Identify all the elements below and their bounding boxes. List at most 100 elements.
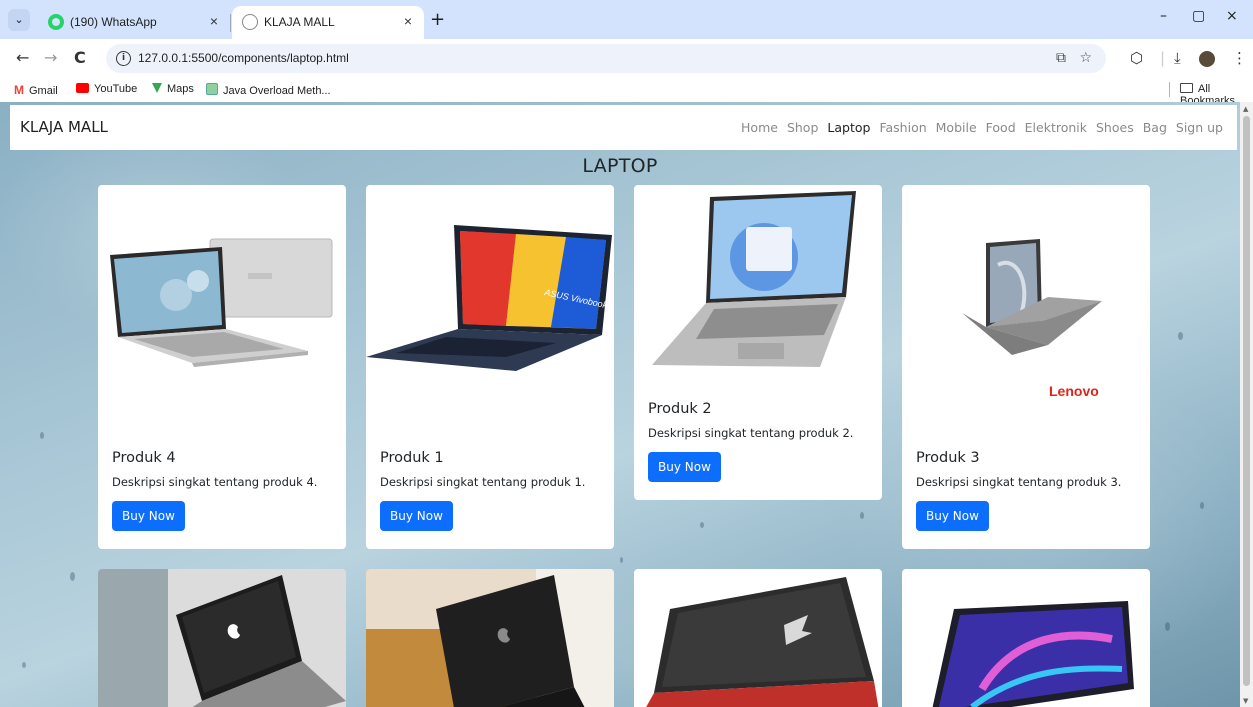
address-bar[interactable]: i 127.0.0.1:5500/components/laptop.html … [106, 44, 1106, 73]
nav-mobile[interactable]: Mobile [936, 120, 977, 135]
globe-icon [242, 14, 258, 30]
java-site-icon [206, 83, 218, 95]
raindrop [22, 662, 26, 668]
url-text[interactable]: 127.0.0.1:5500/components/laptop.html [138, 51, 349, 65]
site-info-icon[interactable]: i [116, 51, 131, 66]
raindrop [1200, 502, 1204, 509]
card-body: Produk 3 Deskripsi singkat tentang produ… [916, 450, 1136, 531]
nav-food[interactable]: Food [986, 120, 1016, 135]
gmail-icon: M [14, 83, 24, 97]
bookmark-youtube[interactable]: YouTube [76, 83, 137, 95]
download-icon[interactable]: ⤓ [1174, 49, 1181, 67]
page-title: LAPTOP [582, 155, 658, 177]
forward-icon[interactable]: → [44, 48, 57, 67]
scrollbar-thumb[interactable] [1243, 116, 1250, 686]
laptop-image [962, 239, 1102, 355]
browser-toolbar: ← → C i 127.0.0.1:5500/components/laptop… [0, 39, 1253, 77]
site-navbar: KLAJA MALL Home Shop Laptop Fashion Mobi… [10, 105, 1237, 150]
laptop-image [98, 569, 346, 707]
folder-icon [1180, 83, 1193, 93]
nav-bag[interactable]: Bag [1143, 120, 1167, 135]
laptop-image [652, 191, 856, 367]
product-card-macbook-black [366, 569, 614, 707]
tab-title: (190) WhatsApp [70, 15, 157, 29]
bookmarks-divider [1169, 82, 1170, 97]
buy-now-button[interactable]: Buy Now [648, 452, 721, 482]
nav-home[interactable]: Home [741, 120, 778, 135]
raindrop [1178, 332, 1183, 340]
tab-title: KLAJA MALL [264, 15, 335, 29]
product-title: Produk 3 [916, 450, 980, 466]
back-icon[interactable]: ← [16, 48, 29, 67]
raindrop [700, 522, 704, 528]
bookmark-gmail[interactable]: M Gmail [14, 83, 58, 97]
nav-laptop[interactable]: Laptop [827, 120, 870, 135]
bookmark-star-icon[interactable]: ☆ [1079, 50, 1092, 66]
raindrop [860, 512, 864, 519]
raindrop [40, 432, 44, 439]
page-scrollbar[interactable]: ▲ ▼ [1240, 102, 1253, 707]
product-card-1: ASUS Vivobook Produk 1 Deskripsi singkat… [366, 185, 614, 549]
buy-now-button[interactable]: Buy Now [916, 501, 989, 531]
more-menu-icon[interactable]: ⋮ [1232, 49, 1247, 67]
tab-separator [230, 14, 231, 32]
reload-icon[interactable]: C [74, 48, 86, 67]
card-body: Produk 1 Deskripsi singkat tentang produ… [380, 450, 600, 531]
nav-fashion[interactable]: Fashion [879, 120, 926, 135]
tab-strip: ⌄ (190) WhatsApp × KLAJA MALL × + – ▢ × [0, 0, 1253, 39]
nav-shoes[interactable]: Shoes [1096, 120, 1134, 135]
new-tab-button[interactable]: + [430, 9, 445, 30]
bookmark-java[interactable]: Java Overload Meth... [206, 83, 331, 97]
product-description: Deskripsi singkat tentang produk 2. [648, 426, 854, 440]
product-card-2: Produk 2 Deskripsi singkat tentang produ… [634, 185, 882, 500]
translate-icon[interactable]: ⧉ [1056, 50, 1066, 66]
close-tab-icon[interactable]: × [404, 13, 412, 29]
close-window-icon[interactable]: × [1226, 8, 1238, 24]
laptop-image: ASUS Vivobook [366, 225, 612, 371]
buy-now-button[interactable]: Buy Now [112, 501, 185, 531]
nav-links: Home Shop Laptop Fashion Mobile Food Ele… [741, 120, 1223, 135]
nav-sign-up[interactable]: Sign up [1176, 120, 1223, 135]
card-body: Produk 2 Deskripsi singkat tentang produ… [648, 401, 868, 482]
raindrop [620, 557, 623, 563]
maps-pin-icon [152, 83, 162, 93]
product-title: Produk 2 [648, 401, 712, 417]
bookmarks-bar: M Gmail YouTube Maps Java Overload Meth..… [0, 77, 1253, 107]
scroll-up-icon[interactable]: ▲ [1243, 105, 1248, 113]
scroll-down-icon[interactable]: ▼ [1243, 697, 1248, 705]
product-description: Deskripsi singkat tentang produk 4. [112, 475, 318, 489]
nav-elektronik[interactable]: Elektronik [1025, 120, 1087, 135]
close-tab-icon[interactable]: × [210, 13, 218, 29]
product-description: Deskripsi singkat tentang produk 1. [380, 475, 586, 489]
youtube-icon [76, 83, 89, 93]
profile-avatar[interactable] [1199, 51, 1215, 67]
lenovo-logo: Lenovo [1049, 383, 1099, 399]
page-viewport: KLAJA MALL Home Shop Laptop Fashion Mobi… [0, 102, 1240, 707]
laptop-image [366, 569, 614, 707]
whatsapp-icon [48, 14, 64, 30]
toolbar-divider: | [1160, 49, 1166, 67]
raindrop [1165, 622, 1170, 631]
product-description: Deskripsi singkat tentang produk 3. [916, 475, 1122, 489]
raindrop [70, 572, 75, 581]
tab-search-icon[interactable]: ⌄ [8, 9, 30, 31]
laptop-image [110, 238, 333, 367]
minimize-icon[interactable]: – [1160, 8, 1167, 24]
card-body: Produk 4 Deskripsi singkat tentang produ… [112, 450, 332, 531]
laptop-image [646, 577, 879, 707]
extensions-icon[interactable]: ⬡ [1130, 49, 1143, 67]
brand-logo[interactable]: KLAJA MALL [20, 118, 108, 136]
bookmark-maps[interactable]: Maps [152, 83, 194, 95]
nav-shop[interactable]: Shop [787, 120, 818, 135]
product-card-3: Produk 3 Deskripsi singkat tentang produ… [902, 185, 1150, 549]
product-card-rog-gaming [634, 569, 882, 707]
tab-whatsapp[interactable]: (190) WhatsApp × [38, 6, 230, 39]
restore-icon[interactable]: ▢ [1192, 8, 1205, 24]
product-card-rog-flow [902, 569, 1150, 707]
product-card-4: Produk 4 Deskripsi singkat tentang produ… [98, 185, 346, 549]
product-card-macbook-silver [98, 569, 346, 707]
product-title: Produk 1 [380, 450, 444, 466]
laptop-image [932, 601, 1134, 707]
tab-klaja-mall[interactable]: KLAJA MALL × [232, 6, 424, 39]
buy-now-button[interactable]: Buy Now [380, 501, 453, 531]
